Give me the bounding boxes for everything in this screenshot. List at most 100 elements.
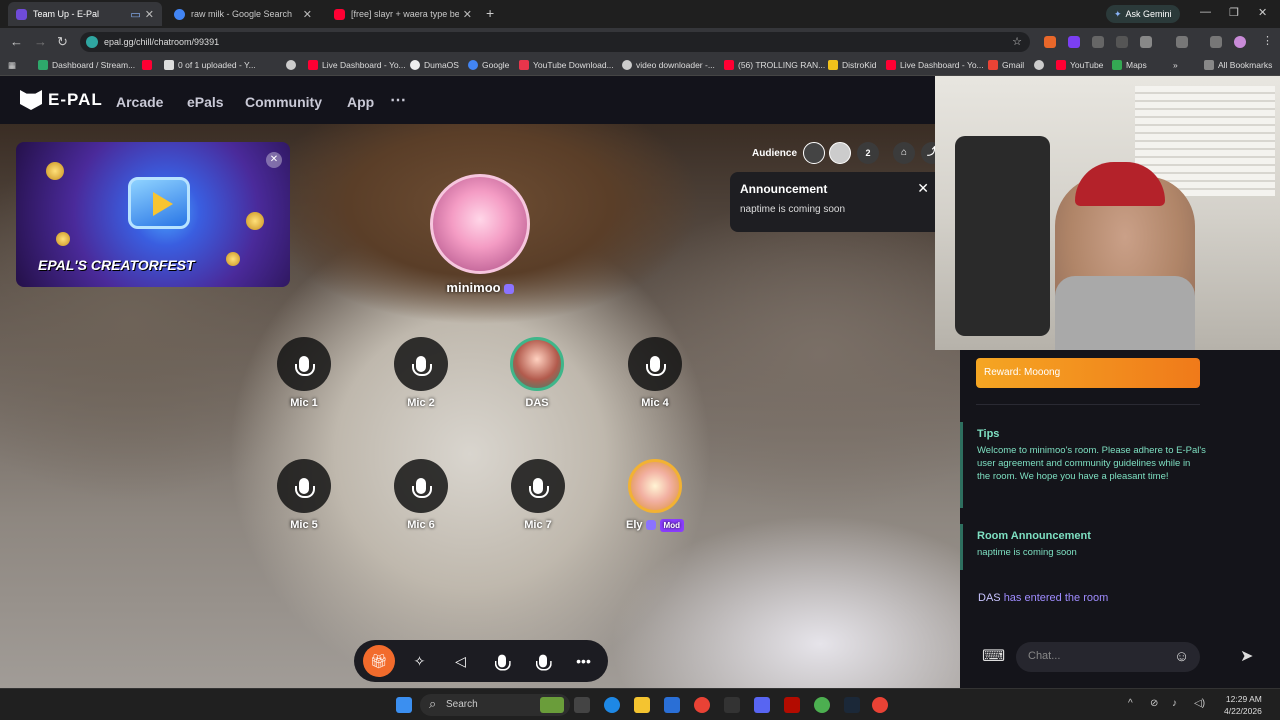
nav-epals[interactable]: ePals	[187, 94, 224, 110]
announcement-close-icon[interactable]: ✕	[917, 180, 929, 197]
close-window-icon[interactable]: ✕	[1258, 6, 1267, 19]
bookmark-item[interactable]: 0 of 1 uploaded - Y...	[164, 60, 256, 70]
url-field[interactable]: epal.gg/chill/chatroom/99391 ☆	[80, 32, 1030, 52]
seat-mic-6[interactable]: Mic 6	[381, 459, 461, 531]
bookmark-item[interactable]: Live Dashboard - Yo...	[308, 60, 406, 70]
new-tab-icon[interactable]: +	[486, 5, 494, 21]
tab-youtube-beat[interactable]: [free] slayr + waera type beat - ✕	[326, 2, 480, 26]
extension-icon[interactable]	[1092, 36, 1104, 48]
tab-close-icon[interactable]: ✕	[463, 8, 472, 21]
task-view-icon[interactable]	[574, 697, 590, 713]
seat-mic-5[interactable]: Mic 5	[264, 459, 344, 531]
creatorfest-promo-banner[interactable]: EPAL'S CREATORFEST ✕	[16, 142, 290, 287]
seat-mic-7[interactable]: Mic 7	[498, 459, 578, 531]
adobe-icon[interactable]	[784, 697, 800, 713]
effects-button[interactable]: ✧	[404, 645, 436, 677]
ely-avatar[interactable]	[628, 459, 682, 513]
downloads-icon[interactable]	[1210, 36, 1222, 48]
host-avatar[interactable]	[430, 174, 530, 274]
emoji-icon[interactable]: ☺	[1174, 648, 1189, 665]
all-bookmarks-button[interactable]: All Bookmarks	[1204, 60, 1272, 70]
start-menu-icon[interactable]	[396, 697, 412, 713]
profile-avatar[interactable]	[1234, 36, 1246, 48]
tray-chevron-icon[interactable]: ^	[1128, 698, 1133, 709]
widgets-icon[interactable]	[540, 697, 564, 713]
tab-team-up[interactable]: Team Up - E-Pal ▭ ✕	[8, 2, 162, 26]
tab-raw-milk[interactable]: raw milk - Google Search ✕	[166, 2, 320, 26]
send-icon[interactable]: ➤	[1240, 646, 1253, 666]
more-bookmarks-icon[interactable]: »	[1173, 60, 1178, 70]
steam-icon[interactable]	[844, 697, 860, 713]
entered-username[interactable]: DAS	[978, 592, 1001, 604]
nav-community[interactable]: Community	[245, 94, 322, 110]
chrome-icon[interactable]	[694, 697, 710, 713]
bookmark-item[interactable]: YouTube	[1056, 60, 1103, 70]
discord-icon[interactable]	[754, 697, 770, 713]
chrome-icon[interactable]	[872, 697, 888, 713]
bookmark-item[interactable]: (56) TROLLING RAN...	[724, 60, 825, 70]
bookmark-item[interactable]: DumaOS	[410, 60, 459, 70]
promo-close-icon[interactable]: ✕	[266, 152, 282, 168]
mic-seat-button[interactable]	[277, 459, 331, 513]
bookmark-item[interactable]	[286, 60, 300, 70]
chat-input[interactable]: Chat...	[1016, 642, 1200, 672]
chrome-profile-icon[interactable]	[814, 697, 830, 713]
bookmark-item[interactable]: DistroKid	[828, 60, 876, 70]
ask-gemini-button[interactable]: ✦ Ask Gemini	[1106, 5, 1180, 23]
extensions-puzzle-icon[interactable]	[1140, 36, 1152, 48]
restore-icon[interactable]: ❐	[1229, 6, 1239, 19]
mic-seat-button[interactable]	[394, 459, 448, 513]
store-icon[interactable]	[664, 697, 680, 713]
epal-logo[interactable]: E-PAL	[20, 90, 103, 110]
nav-app[interactable]: App	[347, 94, 374, 110]
bookmark-item[interactable]: Live Dashboard - Yo...	[886, 60, 984, 70]
minimize-icon[interactable]: —	[1200, 6, 1211, 18]
extension-icon[interactable]	[1116, 36, 1128, 48]
bookmark-item[interactable]: video downloader -...	[622, 60, 715, 70]
mic-seat-button[interactable]	[511, 459, 565, 513]
apps-grid-icon[interactable]: ▦	[8, 60, 16, 71]
bookmark-item[interactable]: Google	[468, 60, 509, 70]
seat-mic-2[interactable]: Mic 2	[381, 337, 461, 409]
host-seat[interactable]: minimoo	[430, 174, 530, 295]
tab-close-icon[interactable]: ✕	[145, 8, 154, 21]
network-icon[interactable]: ⊘	[1150, 698, 1158, 709]
mic-seat-button[interactable]	[277, 337, 331, 391]
gift-button[interactable]: 🎁︎	[362, 645, 395, 677]
bookmark-item[interactable]: Gmail	[988, 60, 1024, 70]
gamepad-icon[interactable]: ⌨	[982, 646, 1005, 666]
file-explorer-icon[interactable]	[634, 697, 650, 713]
mic-seat-button[interactable]	[628, 337, 682, 391]
audience-avatar[interactable]	[803, 142, 826, 164]
das-avatar[interactable]	[510, 337, 564, 391]
mic-tray-icon[interactable]: ♪	[1172, 698, 1177, 709]
back-icon[interactable]: ←	[10, 34, 23, 49]
volume-icon[interactable]: ◁)	[1194, 698, 1205, 709]
seat-ely[interactable]: Ely Mod	[605, 459, 705, 532]
bookmark-item[interactable]	[1034, 60, 1048, 70]
seat-mic-1[interactable]: Mic 1	[264, 337, 344, 409]
edge-icon[interactable]	[604, 697, 620, 713]
join-mic-button[interactable]	[527, 645, 559, 677]
speaker-button[interactable]: ◁	[445, 645, 477, 677]
extension-icon[interactable]	[1068, 36, 1080, 48]
forward-icon[interactable]: →	[34, 34, 47, 49]
menu-kebab-icon[interactable]: ⋮	[1262, 34, 1273, 47]
nav-more-icon[interactable]: ⋯	[390, 90, 406, 110]
more-options-button[interactable]: •••	[568, 645, 600, 677]
room-settings-icon[interactable]: ⌂	[893, 142, 916, 164]
seat-mic-4[interactable]: Mic 4	[615, 337, 695, 409]
bookmark-item[interactable]	[142, 60, 156, 70]
system-clock[interactable]: 12:29 AM 4/22/2026	[1224, 693, 1262, 717]
audience-count[interactable]: 2	[857, 142, 880, 164]
mic-seat-button[interactable]	[394, 337, 448, 391]
reload-icon[interactable]: ↻	[57, 34, 68, 50]
tab-search-icon[interactable]	[1176, 36, 1188, 48]
tab-close-icon[interactable]: ✕	[303, 8, 312, 21]
mic-button[interactable]	[486, 645, 518, 677]
bookmark-item[interactable]: YouTube Download...	[519, 60, 614, 70]
app-icon[interactable]	[724, 697, 740, 713]
site-info-icon[interactable]	[86, 36, 98, 48]
nav-arcade[interactable]: Arcade	[116, 94, 163, 110]
bookmark-item[interactable]: Maps	[1112, 60, 1147, 70]
